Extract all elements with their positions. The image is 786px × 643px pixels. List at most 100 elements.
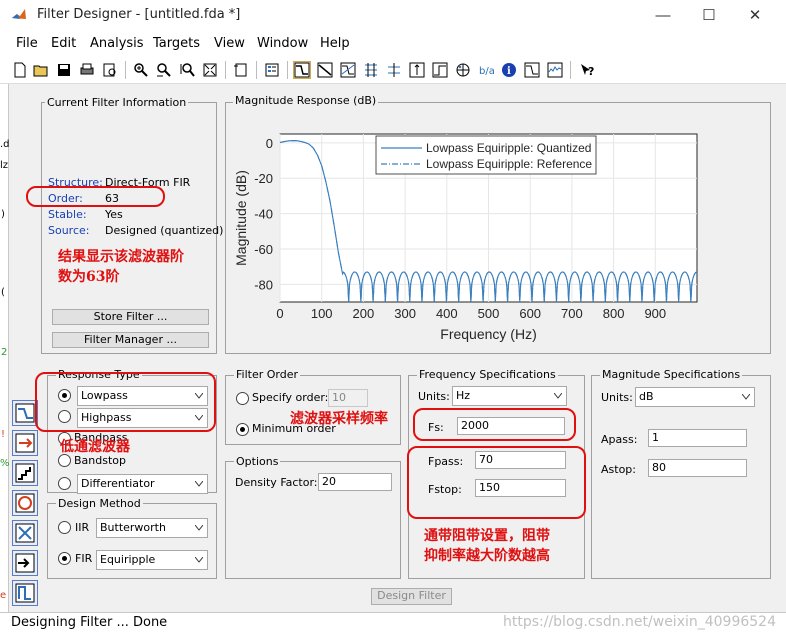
noise-icon[interactable]	[546, 61, 564, 79]
order-input[interactable]: 10	[328, 389, 368, 407]
x-tick-label: 300	[394, 306, 416, 321]
minimum-order-radio[interactable]	[236, 423, 249, 436]
fs-note: 滤波器采样频率	[290, 411, 388, 427]
stable-value: Yes	[105, 208, 123, 221]
legend-icon[interactable]	[263, 61, 281, 79]
y-tick-label: -40	[254, 207, 273, 222]
close-button[interactable]: ✕	[732, 0, 778, 31]
print-preview-icon[interactable]	[101, 61, 119, 79]
iir-method-select[interactable]: Butterworth	[96, 518, 208, 538]
design-method-title: Design Method	[56, 497, 143, 510]
group-delay-icon[interactable]	[362, 61, 380, 79]
left-strip-glyph: !	[1, 429, 6, 440]
apass-label: Apass:	[601, 433, 638, 446]
left-strip-glyph: lz	[0, 160, 9, 171]
import-filter-tool-icon[interactable]	[12, 550, 38, 576]
freq-units-label: Units:	[418, 390, 450, 403]
apass-input[interactable]: 1	[648, 429, 747, 447]
menu-edit[interactable]: Edit	[51, 36, 76, 51]
magnitude-icon[interactable]	[293, 61, 311, 79]
specify-order-radio[interactable]	[236, 392, 249, 405]
menu-file[interactable]: File	[16, 36, 38, 51]
status-text: Designing Filter ... Done	[11, 615, 168, 630]
chevron-down-icon	[554, 393, 562, 399]
current-filter-title: Current Filter Information	[45, 96, 189, 109]
mag-units-select[interactable]: dB	[635, 387, 755, 407]
magnitude-specs-title: Magnitude Specifications	[600, 368, 743, 381]
x-tick-label: 100	[311, 306, 333, 321]
left-strip-glyph: (	[1, 287, 5, 298]
x-tick-label: 600	[519, 306, 541, 321]
band-note-line-1: 通带阻带设置，阻带	[424, 528, 550, 544]
left-strip-glyph: .d	[0, 139, 10, 150]
filter-manager-button[interactable]: Filter Manager ...	[52, 332, 209, 348]
menu-analysis[interactable]: Analysis	[90, 36, 144, 51]
zoom-y-icon[interactable]	[178, 61, 196, 79]
new-plot-icon[interactable]	[232, 61, 250, 79]
frequency-specs-title: Frequency Specifications	[417, 368, 558, 381]
watermark: https://blog.csdn.net/weixin_40996524	[502, 614, 776, 630]
phase-icon[interactable]	[316, 61, 334, 79]
stable-key: Stable:	[48, 208, 87, 221]
whats-this-icon[interactable]: ?	[578, 61, 596, 79]
chevron-down-icon	[195, 525, 203, 531]
coefficients-icon[interactable]: b/a	[477, 61, 495, 79]
order-highlight-box	[26, 186, 165, 207]
band-note-line-2: 抑制率越大阶数越高	[424, 548, 550, 564]
menu-targets[interactable]: Targets	[153, 36, 200, 51]
zoom-x-icon[interactable]	[155, 61, 173, 79]
svg-text:?: ?	[588, 65, 594, 78]
freq-units-select[interactable]: Hz	[452, 386, 567, 406]
minimize-button[interactable]: —	[640, 0, 686, 31]
save-icon[interactable]	[55, 61, 73, 79]
store-filter-button[interactable]: Store Filter ...	[52, 309, 209, 325]
impulse-icon[interactable]	[408, 61, 426, 79]
y-tick-label: -20	[254, 171, 273, 186]
density-factor-input[interactable]: 20	[318, 473, 392, 491]
pole-zero-icon[interactable]	[454, 61, 472, 79]
svg-text:b/a: b/a	[479, 66, 494, 77]
chevron-down-icon	[195, 481, 203, 487]
y-tick-label: -60	[254, 242, 273, 257]
quantize-tool-icon[interactable]	[12, 460, 38, 486]
mag-units-label: Units:	[601, 391, 633, 404]
y-tick-label: -80	[254, 277, 273, 292]
options-title: Options	[234, 455, 281, 468]
specify-order-label: Specify order:	[252, 391, 329, 404]
design-filter-button[interactable]: Design Filter	[371, 588, 452, 605]
open-icon[interactable]	[32, 61, 50, 79]
zoom-in-icon[interactable]	[132, 61, 150, 79]
menu-view[interactable]: View	[214, 36, 245, 51]
astop-input[interactable]: 80	[648, 459, 747, 477]
density-factor-label: Density Factor:	[235, 476, 318, 489]
step-icon[interactable]	[431, 61, 449, 79]
print-icon[interactable]	[78, 61, 96, 79]
info-icon[interactable]: i	[500, 61, 518, 79]
fir-method-select[interactable]: Equiripple	[96, 550, 208, 570]
x-tick-label: 400	[436, 306, 458, 321]
chevron-down-icon	[742, 394, 750, 400]
mag-phase-icon[interactable]	[339, 61, 357, 79]
multirate-tool-icon[interactable]	[12, 580, 38, 606]
x-tick-label: 900	[644, 306, 666, 321]
chevron-down-icon	[195, 557, 203, 563]
differentiator-select[interactable]: Differentiator	[77, 474, 208, 494]
phase-delay-icon[interactable]	[385, 61, 403, 79]
menu-window[interactable]: Window	[257, 36, 308, 51]
source-value: Designed (quantized)	[105, 224, 224, 237]
pole-zero-editor-tool-icon[interactable]	[12, 520, 38, 546]
realize-model-tool-icon[interactable]	[12, 490, 38, 516]
magnitude-estimate-icon[interactable]	[523, 61, 541, 79]
differentiator-radio[interactable]	[58, 477, 71, 490]
band-highlight-box	[407, 446, 586, 519]
full-view-icon[interactable]	[201, 61, 219, 79]
fir-radio[interactable]	[58, 552, 71, 565]
order-note-line-2: 数为63阶	[58, 269, 120, 285]
maximize-button[interactable]: ☐	[686, 0, 732, 31]
y-tick-label: 0	[266, 136, 273, 151]
iir-radio[interactable]	[58, 521, 71, 534]
magnitude-response-chart[interactable]: 0 100 200 300 400 500 600 700 800 900 0 -20 -40 -60 -8…	[226, 112, 770, 352]
transform-filter-tool-icon[interactable]	[12, 430, 38, 456]
new-icon[interactable]	[11, 61, 29, 79]
menu-help[interactable]: Help	[320, 36, 350, 51]
